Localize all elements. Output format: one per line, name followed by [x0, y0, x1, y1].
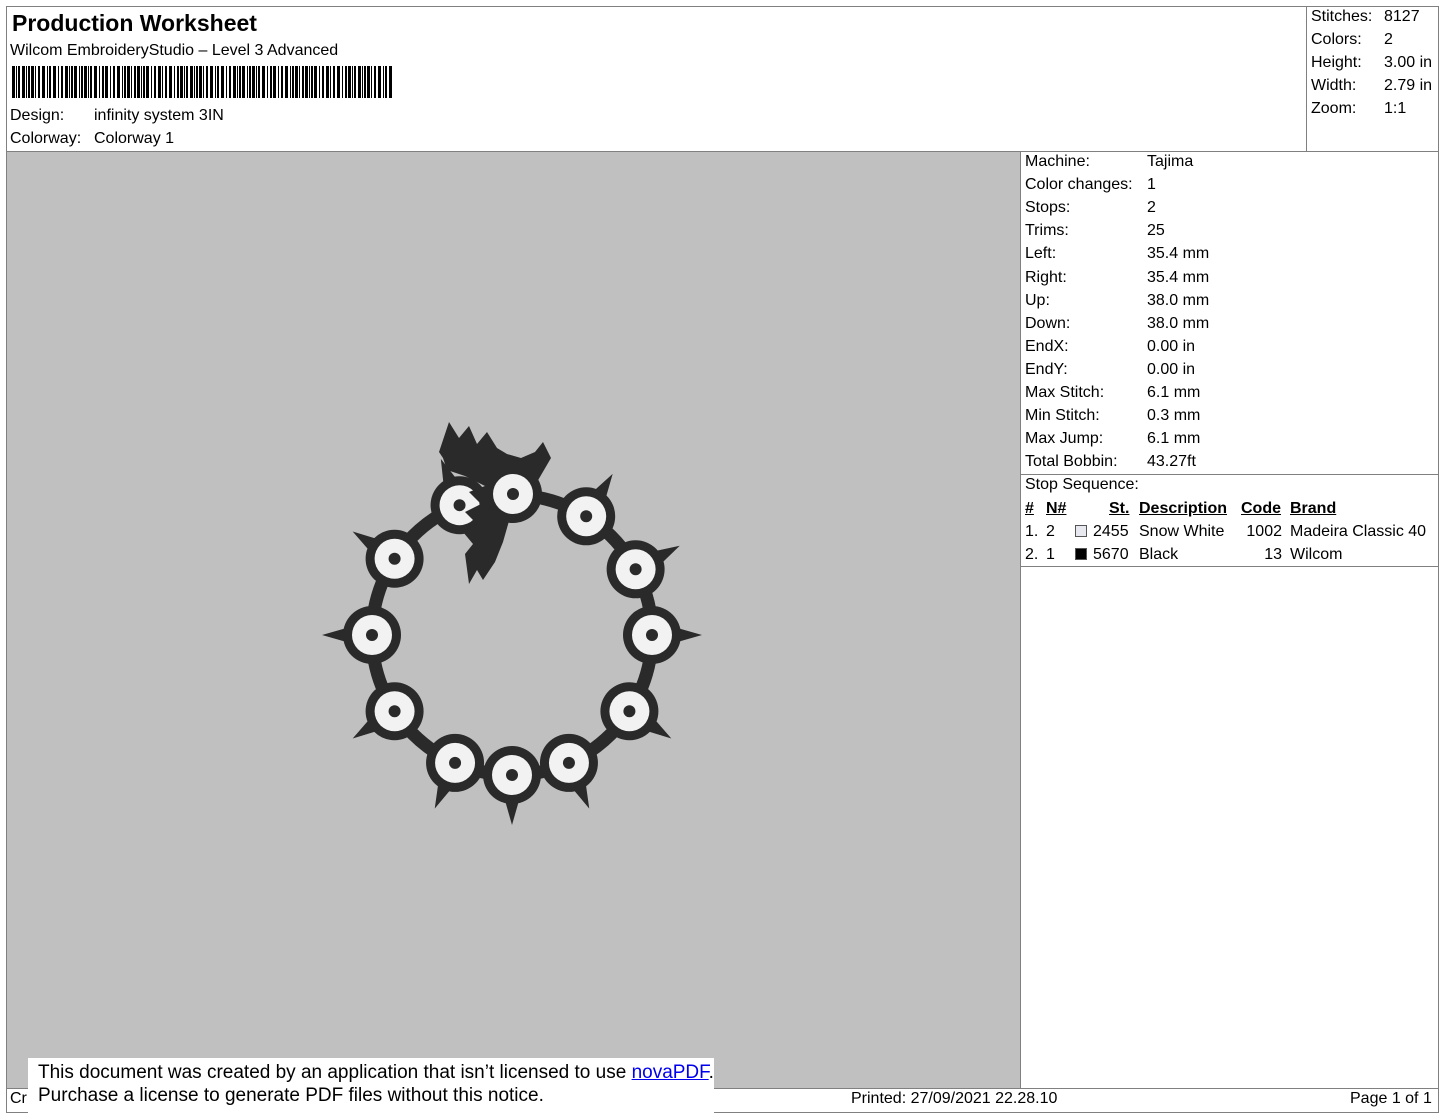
detail-value: 0.3 mm: [1147, 407, 1201, 425]
detail-value: 35.4 mm: [1147, 245, 1210, 263]
detail-label: Max Stitch:: [1025, 384, 1105, 401]
col-header-stitches: St.: [1109, 500, 1130, 517]
colorway-label: Colorway:: [10, 130, 82, 147]
stop-sequence-title: Stop Sequence:: [1025, 476, 1139, 493]
detail-label: Max Jump:: [1025, 430, 1104, 448]
row-brand: Wilcom: [1290, 546, 1343, 563]
page-title: Production Worksheet: [12, 10, 257, 36]
row-code: 13: [1264, 546, 1282, 563]
stat-label: Height:: [1311, 54, 1362, 71]
detail-label: EndX:: [1025, 337, 1069, 355]
stat-value: 8127: [1384, 8, 1420, 25]
license-notice: This document was created by an applicat…: [28, 1058, 714, 1114]
detail-label: Left:: [1025, 245, 1057, 263]
row-description: Black: [1139, 546, 1179, 563]
row-stitches: 5670: [1093, 546, 1129, 563]
detail-value: 0.00 in: [1147, 337, 1196, 355]
notice-text: .: [708, 1062, 714, 1083]
notice-line-1: This document was created by an applicat…: [38, 1062, 714, 1084]
col-header-needle: N#: [1046, 500, 1067, 517]
col-header-num: #: [1025, 500, 1034, 517]
detail-label: Total Bobbin:: [1025, 453, 1118, 471]
detail-label: Down:: [1025, 314, 1071, 332]
detail-label: EndY:: [1025, 360, 1068, 378]
col-header-brand: Brand: [1290, 500, 1337, 517]
detail-value: Tajima: [1147, 153, 1194, 170]
design-label: Design:: [10, 107, 65, 124]
application-name: Wilcom EmbroideryStudio – Level 3 Advanc…: [10, 42, 339, 59]
design-stats: Stitches: 8127 Colors: 2 Height: 3.00 in…: [1306, 6, 1439, 152]
stat-value: 2: [1384, 31, 1393, 48]
detail-value: 38.0 mm: [1147, 314, 1210, 332]
row-num: 1.: [1025, 523, 1039, 540]
divider: [1021, 566, 1439, 567]
detail-value: 0.00 in: [1147, 360, 1196, 378]
detail-value: 38.0 mm: [1147, 291, 1210, 309]
printed-date: Printed: 27/09/2021 22.28.10: [851, 1090, 1058, 1107]
notice-line-2: Purchase a license to generate PDF files…: [38, 1085, 544, 1106]
row-description: Snow White: [1139, 523, 1225, 540]
colorway-value: Colorway 1: [94, 130, 175, 147]
stat-value: 2.79 in: [1384, 77, 1433, 94]
row-brand: Madeira Classic 40: [1290, 523, 1427, 540]
novapdf-link[interactable]: novaPDF: [632, 1062, 709, 1083]
row-needle: 2: [1046, 523, 1055, 540]
design-value: infinity system 3IN: [94, 107, 224, 124]
embroidery-design-image: [322, 422, 702, 825]
detail-label: Min Stitch:: [1025, 407, 1100, 425]
detail-value: 43.27ft: [1147, 453, 1196, 471]
thread-swatch: [1075, 525, 1087, 537]
footer-left-fragment: Cr: [10, 1090, 27, 1107]
barcode-image: [12, 66, 392, 98]
detail-label: Stops:: [1025, 199, 1071, 217]
detail-label: Right:: [1025, 268, 1067, 286]
stat-label: Zoom:: [1311, 100, 1357, 117]
details-panel: Machine: Tajima Color changes: 1 Stops: 2 Trim…: [1020, 152, 1439, 1088]
stat-label: Colors:: [1311, 31, 1362, 48]
detail-label: Color changes:: [1025, 176, 1133, 194]
col-header-code: Code: [1241, 500, 1281, 517]
row-num: 2.: [1025, 546, 1039, 563]
detail-value: 25: [1147, 222, 1165, 240]
page-number: Page 1 of 1: [1350, 1090, 1432, 1107]
detail-label: Trims:: [1025, 222, 1069, 240]
stat-label: Width:: [1311, 77, 1357, 94]
thread-swatch: [1075, 548, 1087, 560]
stat-label: Stitches:: [1311, 8, 1373, 25]
detail-value: 35.4 mm: [1147, 268, 1210, 286]
stat-value: 3.00 in: [1384, 54, 1433, 71]
design-preview: [7, 152, 1020, 1088]
col-header-description: Description: [1139, 500, 1228, 517]
detail-value: 2: [1147, 199, 1156, 217]
divider: [1021, 474, 1439, 475]
detail-value: 1: [1147, 176, 1156, 194]
stat-value: 1:1: [1384, 100, 1407, 117]
row-needle: 1: [1046, 546, 1055, 563]
detail-label: Machine:: [1025, 153, 1090, 170]
detail-value: 6.1 mm: [1147, 430, 1201, 448]
detail-value: 6.1 mm: [1147, 384, 1201, 401]
row-stitches: 2455: [1093, 523, 1129, 540]
row-code: 1002: [1246, 523, 1282, 540]
notice-text: This document was created by an applicat…: [38, 1062, 632, 1083]
detail-label: Up:: [1025, 291, 1050, 309]
